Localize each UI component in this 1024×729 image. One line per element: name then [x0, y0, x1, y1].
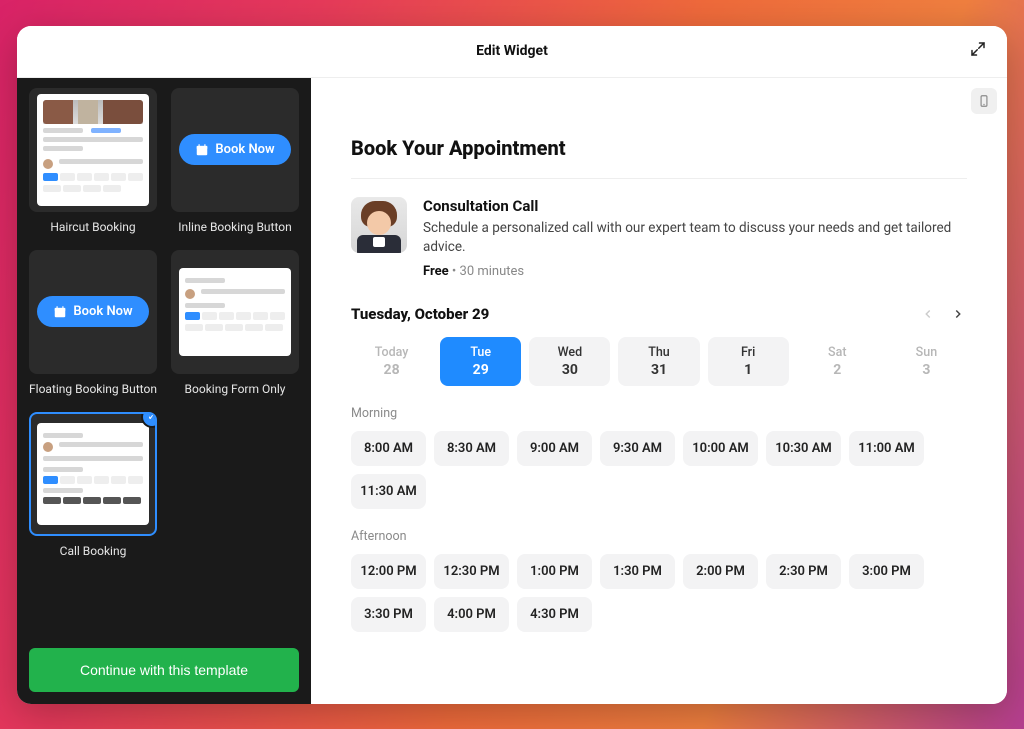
time-slot[interactable]: 10:00 AM: [683, 431, 758, 466]
day-of-week: Today: [355, 345, 428, 360]
time-slot[interactable]: 8:30 AM: [434, 431, 509, 466]
day-of-month: 2: [801, 362, 874, 378]
modal-header: Edit Widget: [17, 26, 1007, 78]
time-slot[interactable]: 12:00 PM: [351, 554, 426, 589]
day-cell: Today 28: [351, 337, 432, 386]
book-now-pill: Book Now: [37, 296, 148, 327]
time-slot[interactable]: 10:30 AM: [766, 431, 841, 466]
time-slot[interactable]: 12:30 PM: [434, 554, 509, 589]
consultant-avatar: [351, 197, 407, 253]
day-cell[interactable]: Fri 1: [708, 337, 789, 386]
slot-grid: 12:00 PM12:30 PM1:00 PM1:30 PM2:00 PM2:3…: [351, 554, 967, 632]
day-cell[interactable]: Wed 30: [529, 337, 610, 386]
template-haircut[interactable]: Haircut Booking: [27, 88, 159, 234]
selected-check-icon: ✓: [143, 412, 157, 426]
service-summary: Consultation Call Schedule a personalize…: [351, 197, 967, 279]
expand-icon[interactable]: [969, 40, 991, 62]
time-slot[interactable]: 2:00 PM: [683, 554, 758, 589]
service-info: Consultation Call Schedule a personalize…: [423, 197, 967, 279]
time-slot[interactable]: 4:00 PM: [434, 597, 509, 632]
mobile-preview-toggle[interactable]: [971, 88, 997, 114]
service-description: Schedule a personalized call with our ex…: [423, 219, 967, 258]
day-of-week: Sat: [801, 345, 874, 360]
day-of-week: Thu: [622, 345, 695, 360]
selected-date-label: Tuesday, October 29: [351, 305, 489, 323]
service-duration: 30 minutes: [460, 264, 525, 279]
template-callbooking[interactable]: ✓ Call Booking: [27, 412, 159, 558]
slot-grid: 8:00 AM8:30 AM9:00 AM9:30 AM10:00 AM10:3…: [351, 431, 967, 509]
template-label: Call Booking: [60, 544, 127, 558]
time-section-label: Afternoon: [351, 529, 967, 544]
template-label: Haircut Booking: [50, 220, 135, 234]
template-label: Floating Booking Button: [29, 382, 157, 396]
template-floating[interactable]: Book Now Floating Booking Button: [27, 250, 159, 396]
template-grid: Haircut Booking Book Now Inline Booking …: [27, 88, 301, 638]
day-cell[interactable]: Tue 29: [440, 337, 521, 386]
day-of-week: Sun: [890, 345, 963, 360]
date-nav: [919, 305, 967, 323]
day-strip: Today 28Tue 29Wed 30Thu 31Fri 1Sat 2Sun …: [351, 337, 967, 386]
day-cell: Sat 2: [797, 337, 878, 386]
time-slot[interactable]: 9:00 AM: [517, 431, 592, 466]
prev-week-icon[interactable]: [919, 305, 937, 323]
time-slot[interactable]: 1:00 PM: [517, 554, 592, 589]
edit-widget-modal: Edit Widget Haircut Booking Book Now Inl…: [17, 26, 1007, 704]
day-cell: Sun 3: [886, 337, 967, 386]
preview-heading: Book Your Appointment: [351, 136, 967, 160]
template-thumb: ✓: [29, 412, 157, 536]
day-of-month: 31: [622, 362, 695, 378]
next-week-icon[interactable]: [949, 305, 967, 323]
continue-button[interactable]: Continue with this template: [29, 648, 299, 692]
time-slot[interactable]: 2:30 PM: [766, 554, 841, 589]
service-meta: Free • 30 minutes: [423, 264, 967, 279]
time-section-label: Morning: [351, 406, 967, 421]
template-label: Inline Booking Button: [178, 220, 292, 234]
time-slot[interactable]: 11:00 AM: [849, 431, 924, 466]
template-inline[interactable]: Book Now Inline Booking Button: [169, 88, 301, 234]
day-of-month: 29: [444, 362, 517, 378]
template-sidebar: Haircut Booking Book Now Inline Booking …: [17, 78, 311, 704]
time-slot[interactable]: 11:30 AM: [351, 474, 426, 509]
template-thumb: Book Now: [171, 88, 299, 212]
service-price: Free: [423, 264, 449, 279]
day-cell[interactable]: Thu 31: [618, 337, 699, 386]
day-of-week: Wed: [533, 345, 606, 360]
day-of-week: Fri: [712, 345, 785, 360]
template-label: Booking Form Only: [185, 382, 286, 396]
day-of-month: 30: [533, 362, 606, 378]
preview-pane: Book Your Appointment Consultation Call …: [311, 78, 1007, 704]
time-slot[interactable]: 3:30 PM: [351, 597, 426, 632]
template-thumb: [171, 250, 299, 374]
modal-title: Edit Widget: [476, 43, 548, 59]
time-slot[interactable]: 9:30 AM: [600, 431, 675, 466]
time-slot[interactable]: 1:30 PM: [600, 554, 675, 589]
date-header: Tuesday, October 29: [351, 305, 967, 323]
template-thumb: Book Now: [29, 250, 157, 374]
day-of-month: 28: [355, 362, 428, 378]
divider: [351, 178, 967, 179]
modal-body: Haircut Booking Book Now Inline Booking …: [17, 78, 1007, 704]
day-of-week: Tue: [444, 345, 517, 360]
time-slot[interactable]: 8:00 AM: [351, 431, 426, 466]
time-slot[interactable]: 3:00 PM: [849, 554, 924, 589]
time-slot[interactable]: 4:30 PM: [517, 597, 592, 632]
meta-separator: •: [452, 264, 456, 279]
day-of-month: 3: [890, 362, 963, 378]
template-thumb: [29, 88, 157, 212]
service-title: Consultation Call: [423, 197, 967, 215]
book-now-pill: Book Now: [179, 134, 290, 165]
day-of-month: 1: [712, 362, 785, 378]
template-formonly[interactable]: Booking Form Only: [169, 250, 301, 396]
